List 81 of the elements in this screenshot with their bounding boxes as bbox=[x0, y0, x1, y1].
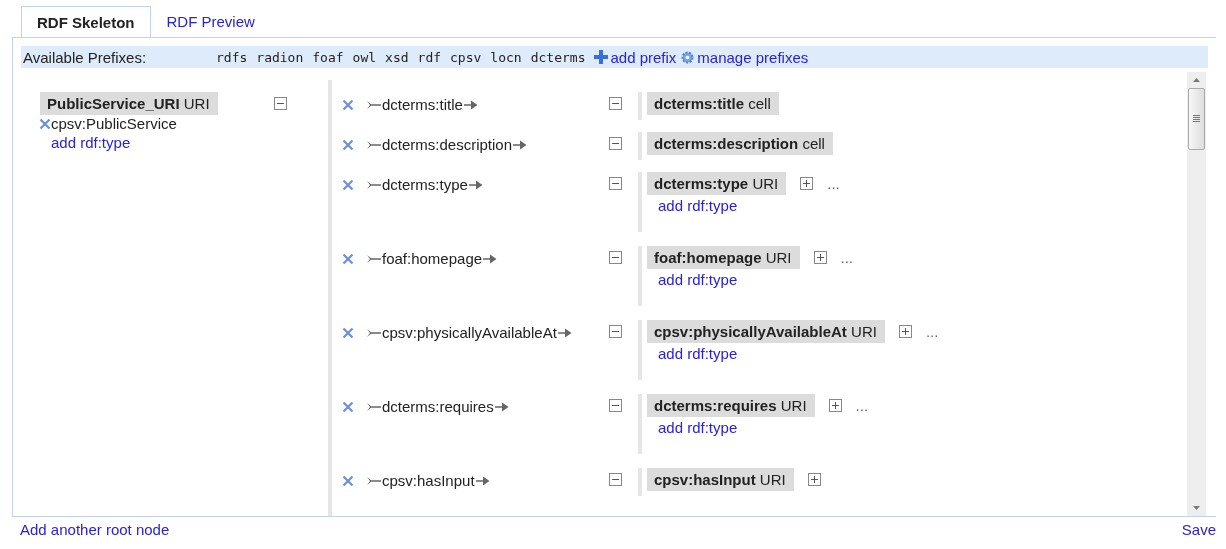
collapse-icon[interactable] bbox=[273, 97, 287, 110]
expand-icon[interactable] bbox=[807, 473, 821, 486]
property-name[interactable]: cpsv:hasInput bbox=[382, 472, 475, 489]
close-icon[interactable] bbox=[342, 326, 354, 339]
arrow-tail-icon bbox=[367, 475, 381, 486]
property-name[interactable]: foaf:homepage bbox=[382, 250, 483, 267]
close-icon[interactable] bbox=[342, 98, 354, 111]
prefix-name[interactable]: radion bbox=[256, 49, 304, 65]
property-name[interactable]: cpsv:physicallyAvailableAt bbox=[382, 324, 557, 341]
more-button[interactable]: ... bbox=[827, 175, 840, 192]
close-icon[interactable] bbox=[342, 400, 354, 413]
collapse-icon[interactable] bbox=[609, 473, 622, 486]
collapse-icon[interactable] bbox=[609, 399, 622, 412]
close-icon[interactable] bbox=[342, 474, 354, 487]
prefix-name[interactable]: locn bbox=[490, 49, 522, 65]
arrow-icon bbox=[483, 253, 498, 264]
expand-icon[interactable] bbox=[828, 399, 842, 412]
prefix-name[interactable]: rdf bbox=[417, 49, 442, 65]
prefix-name[interactable]: dcterms bbox=[530, 49, 586, 65]
uri-node[interactable]: cpsv:hasInput URI bbox=[647, 468, 794, 491]
add-prefix-link[interactable]: add prefix bbox=[610, 48, 677, 66]
close-icon[interactable] bbox=[342, 252, 354, 265]
arrow-icon bbox=[557, 327, 572, 338]
tab[interactable]: RDF Skeleton bbox=[21, 6, 151, 38]
arrow-tail-icon bbox=[367, 99, 381, 110]
uri-node[interactable]: foaf:homepage URI bbox=[647, 246, 800, 269]
grip-icon bbox=[1193, 115, 1200, 123]
save-link[interactable]: Save bbox=[1181, 521, 1216, 538]
more-button[interactable]: ... bbox=[855, 397, 869, 414]
root-node[interactable]: PublicService_URI URI bbox=[40, 92, 218, 115]
arrow-tail-icon bbox=[367, 401, 381, 412]
prefix-name[interactable]: rdfs bbox=[216, 49, 248, 65]
rdf-type: cpsv:PublicService bbox=[51, 115, 177, 132]
expand-icon[interactable] bbox=[898, 325, 912, 338]
add-rdf-type-link[interactable]: add rdf:type bbox=[647, 195, 840, 214]
arrow-icon bbox=[475, 475, 490, 486]
close-icon[interactable] bbox=[342, 138, 354, 151]
collapse-icon[interactable] bbox=[609, 251, 622, 264]
prefixes-label: Available Prefixes: bbox=[23, 48, 148, 66]
arrow-icon bbox=[463, 99, 478, 110]
add-rdf-type-link[interactable]: add rdf:type bbox=[40, 132, 218, 151]
arrow-icon bbox=[468, 179, 483, 190]
prefix-name[interactable]: owl bbox=[352, 49, 377, 65]
arrow-tail-icon bbox=[367, 253, 381, 264]
add-rdf-type-link[interactable]: add rdf:type bbox=[647, 417, 869, 436]
collapse-icon[interactable] bbox=[609, 177, 622, 190]
uri-node[interactable]: cpsv:physicallyAvailableAt URI bbox=[647, 320, 885, 343]
prefix-name[interactable]: xsd bbox=[385, 49, 409, 65]
more-button[interactable]: ... bbox=[840, 249, 854, 266]
close-icon[interactable] bbox=[342, 178, 354, 191]
expand-icon[interactable] bbox=[800, 177, 814, 190]
property-name[interactable]: dcterms:description bbox=[382, 136, 513, 153]
close-icon[interactable] bbox=[39, 117, 51, 130]
property-name[interactable]: dcterms:title bbox=[382, 96, 463, 113]
arrow-tail-icon bbox=[367, 327, 381, 338]
gear-icon bbox=[681, 50, 695, 64]
manage-prefixes-link[interactable]: manage prefixes bbox=[697, 48, 809, 66]
collapse-icon[interactable] bbox=[609, 97, 622, 110]
expand-icon[interactable] bbox=[813, 251, 827, 264]
scroll-thumb[interactable] bbox=[1188, 88, 1205, 150]
uri-node[interactable]: dcterms:requires URI bbox=[647, 394, 815, 417]
arrow-icon bbox=[513, 139, 528, 150]
property-name[interactable]: dcterms:requires bbox=[382, 398, 494, 415]
prefix-name[interactable]: foaf bbox=[312, 49, 344, 65]
property-name[interactable]: dcterms:type bbox=[382, 176, 468, 193]
add-rdf-type-link[interactable]: add rdf:type bbox=[647, 269, 854, 288]
collapse-icon[interactable] bbox=[609, 325, 622, 338]
arrow-tail-icon bbox=[367, 139, 381, 150]
prefix-name[interactable]: cpsv bbox=[450, 49, 482, 65]
uri-node[interactable]: dcterms:type URI bbox=[647, 172, 787, 195]
more-button[interactable]: ... bbox=[925, 323, 939, 340]
cell-node[interactable]: dcterms:title cell bbox=[647, 92, 779, 115]
tab[interactable]: RDF Preview bbox=[150, 5, 271, 37]
add-root-node-link[interactable]: Add another root node bbox=[20, 521, 170, 538]
collapse-icon[interactable] bbox=[609, 137, 622, 150]
add-rdf-type-link[interactable]: add rdf:type bbox=[647, 343, 939, 362]
cell-node[interactable]: dcterms:description cell bbox=[647, 132, 833, 155]
arrow-icon bbox=[494, 401, 509, 412]
plus-icon bbox=[594, 50, 609, 64]
arrow-tail-icon bbox=[367, 179, 381, 190]
scrollbar[interactable] bbox=[1187, 72, 1206, 516]
